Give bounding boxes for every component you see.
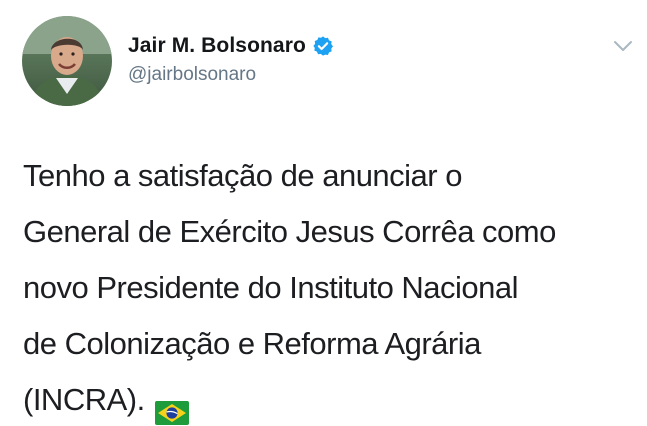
tweet-text-line: Tenho a satisfação de anunciar o — [23, 158, 462, 193]
avatar-image — [22, 16, 112, 106]
tweet-text-line: (INCRA). — [23, 382, 145, 417]
tweet-text-line-last: (INCRA). — [23, 372, 633, 426]
author-handle[interactable]: @jairbolsonaro — [128, 64, 256, 86]
author-name-row: Jair M. Bolsonaro — [128, 32, 334, 60]
verified-badge-icon — [312, 35, 334, 57]
tweet-card: Jair M. Bolsonaro @jairbolsonaro Tenho a… — [0, 0, 647, 426]
tweet-text-line: General de Exército Jesus Corrêa como — [23, 214, 556, 249]
author-display-name[interactable]: Jair M. Bolsonaro — [128, 34, 306, 58]
tweet-text: Tenho a satisfação de anunciar o General… — [23, 148, 633, 426]
tweet-text-line: novo Presidente do Instituto Nacional — [23, 270, 519, 305]
brazil-flag-icon — [154, 387, 189, 425]
chevron-down-icon[interactable] — [612, 38, 634, 54]
avatar[interactable] — [22, 16, 112, 106]
tweet-text-line: de Colonização e Reforma Agrária — [23, 326, 481, 361]
